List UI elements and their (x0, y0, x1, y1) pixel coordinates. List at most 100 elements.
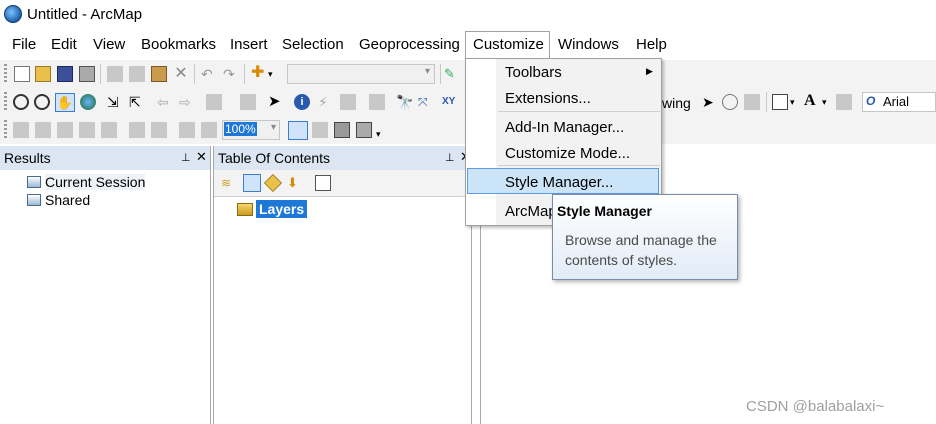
zoom-percent-combo[interactable]: 100% ▾ (222, 120, 280, 140)
menu-bookmarks[interactable]: Bookmarks (141, 36, 216, 53)
hyperlink-icon[interactable]: ⚡ (318, 94, 334, 110)
drawing-menu-label[interactable]: wing (662, 95, 691, 111)
font-value: Arial (883, 94, 910, 109)
menu-edit[interactable]: Edit (51, 36, 77, 53)
layout-zoom-out-icon[interactable] (35, 122, 51, 138)
pin-icon[interactable]: ⊥ (181, 151, 191, 164)
menu-customize[interactable]: Customize (473, 36, 544, 53)
go-to-xy-icon[interactable]: XY (442, 94, 458, 110)
toolbar-separator (194, 64, 195, 84)
close-icon[interactable]: ✕ (196, 149, 207, 165)
menu-item-toolbars[interactable]: Toolbars (505, 64, 562, 81)
menu-geoprocessing[interactable]: Geoprocessing (359, 36, 460, 53)
rotate-icon[interactable] (722, 94, 738, 110)
fixed-zoom-in-icon[interactable]: ⇲ (107, 94, 123, 110)
delete-icon[interactable]: ✕ (173, 66, 189, 82)
paste-icon[interactable] (151, 66, 167, 82)
full-extent-globe-icon[interactable] (80, 94, 96, 110)
text-tool-icon[interactable]: A (804, 93, 820, 109)
select-elements-icon[interactable]: ➤ (702, 94, 718, 110)
toggle-draft-mode-icon[interactable] (288, 121, 308, 140)
window-title: Untitled - ArcMap (27, 6, 143, 23)
results-item-shared[interactable]: Shared (45, 192, 90, 208)
font-type-icon: O (866, 94, 876, 108)
copy-icon[interactable] (129, 66, 145, 82)
toolbar-separator (244, 64, 245, 84)
select-elements-arrow-icon[interactable]: ➤ (268, 94, 284, 110)
toolbar-separator (766, 92, 767, 112)
results-item-current-session[interactable]: Current Session (45, 174, 146, 190)
menu-item-addin-manager[interactable]: Add-In Manager... (505, 119, 624, 136)
toc-title: Table Of Contents (218, 150, 331, 166)
fixed-zoom-out-icon[interactable]: ⇱ (129, 94, 145, 110)
menu-item-style-manager[interactable]: Style Manager... (505, 174, 613, 191)
menu-help[interactable]: Help (636, 36, 667, 53)
layout-zoom-in-icon[interactable] (13, 122, 29, 138)
toolbar-grip[interactable] (4, 92, 7, 112)
rectangle-icon[interactable] (772, 94, 788, 110)
editor-toolbar-icon[interactable]: ✎ (444, 66, 460, 82)
zoom-to-selected-icon[interactable] (744, 94, 760, 110)
toolbar-options-icon[interactable]: ▾ (376, 126, 392, 142)
font-combo[interactable]: O Arial (862, 92, 936, 112)
layout-pan-icon[interactable] (57, 122, 73, 138)
pan-hand-icon[interactable]: ✋ (55, 93, 75, 112)
print-icon[interactable] (79, 66, 95, 82)
zoom-100-icon[interactable] (101, 122, 117, 138)
fixed-zoom-out-layout-icon[interactable] (151, 122, 167, 138)
results-title: Results (4, 150, 51, 166)
toc-options-icon[interactable] (315, 175, 331, 191)
menu-selection[interactable]: Selection (282, 36, 344, 53)
menu-view[interactable]: View (93, 36, 125, 53)
toc-layers-root[interactable]: Layers (256, 200, 308, 218)
clear-selection-icon[interactable] (240, 94, 256, 110)
back-arrow-icon[interactable]: ⇦ (157, 94, 173, 110)
map-scale-combo[interactable]: ▾ (287, 64, 435, 84)
cut-icon[interactable] (107, 66, 123, 82)
find-binoculars-icon[interactable]: 🔭 (396, 94, 413, 110)
zoom-percent-value: 100% (224, 122, 257, 136)
menu-windows[interactable]: Windows (558, 36, 619, 53)
forward-arrow-icon[interactable]: ⇨ (179, 94, 195, 110)
edit-vertices-icon[interactable] (836, 94, 852, 110)
pin-icon[interactable]: ⊥ (445, 151, 455, 164)
chevron-down-icon: ▾ (424, 66, 430, 77)
undo-icon[interactable]: ↶ (201, 66, 217, 82)
menu-item-extensions[interactable]: Extensions... (505, 90, 591, 107)
select-features-icon[interactable] (206, 94, 222, 110)
toolbar-grip[interactable] (4, 120, 7, 140)
list-by-visibility-icon[interactable] (263, 173, 283, 193)
open-folder-icon[interactable] (35, 66, 51, 82)
change-layout-icon[interactable] (334, 122, 350, 138)
menu-file[interactable]: File (12, 36, 36, 53)
fixed-zoom-in-layout-icon[interactable] (129, 122, 145, 138)
toolbar-separator (100, 64, 101, 84)
list-by-drawing-order-icon[interactable]: ≋ (221, 175, 237, 191)
list-by-source-icon[interactable] (243, 174, 261, 192)
focus-data-frame-icon[interactable] (312, 122, 328, 138)
add-data-dropdown-icon[interactable]: ▾ (268, 66, 284, 82)
toolbar-grip[interactable] (4, 64, 7, 84)
redo-icon[interactable]: ↷ (223, 66, 239, 82)
menu-insert[interactable]: Insert (230, 36, 268, 53)
new-document-icon[interactable] (14, 66, 30, 82)
toolbar-separator (440, 64, 441, 84)
menu-item-arcmap-options[interactable]: ArcMap (505, 203, 557, 220)
measure-icon[interactable] (369, 94, 385, 110)
session-icon (27, 176, 41, 188)
find-route-icon[interactable]: ⤧ (418, 94, 434, 110)
list-by-selection-icon[interactable]: ⬇ (287, 175, 303, 191)
watermark-text: CSDN @balabalaxi~ (746, 398, 885, 415)
zoom-in-icon[interactable] (13, 94, 29, 110)
layout-forward-icon[interactable] (201, 122, 217, 138)
toc-toolbar: ≋ ⬇ (214, 170, 471, 197)
data-driven-pages-icon[interactable] (356, 122, 372, 138)
html-popup-icon[interactable] (340, 94, 356, 110)
menu-item-customize-mode[interactable]: Customize Mode... (505, 145, 630, 162)
save-icon[interactable] (57, 66, 73, 82)
add-data-icon[interactable]: ✚ (251, 65, 267, 81)
layout-back-icon[interactable] (179, 122, 195, 138)
zoom-whole-page-icon[interactable] (79, 122, 95, 138)
identify-icon[interactable]: i (294, 94, 310, 110)
zoom-out-icon[interactable] (34, 94, 50, 110)
